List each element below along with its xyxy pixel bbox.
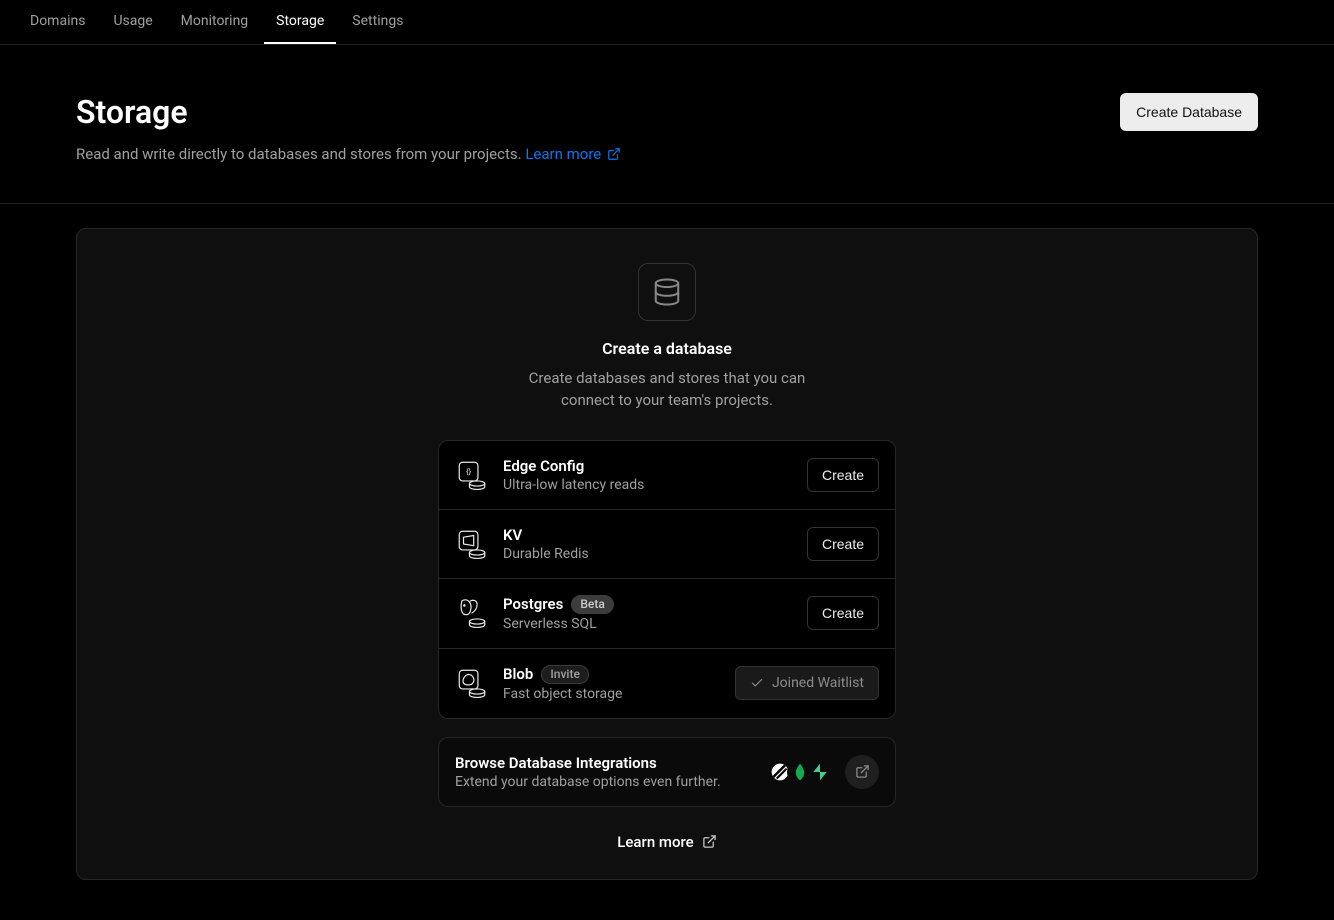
integrations-desc: Extend your database options even furthe… bbox=[455, 774, 755, 790]
open-integrations-button[interactable] bbox=[845, 755, 879, 789]
database-option-list: {} Edge Config Ultra-low latency reads C… bbox=[438, 440, 896, 719]
tab-domains[interactable]: Domains bbox=[18, 0, 97, 44]
edge-config-icon: {} bbox=[455, 458, 489, 492]
option-desc: Fast object storage bbox=[503, 686, 721, 702]
external-link-icon bbox=[855, 764, 870, 779]
option-kv: KV Durable Redis Create bbox=[439, 510, 895, 579]
integration-logos bbox=[767, 759, 833, 785]
tab-storage[interactable]: Storage bbox=[264, 0, 336, 44]
tab-usage[interactable]: Usage bbox=[101, 0, 164, 44]
tab-monitoring[interactable]: Monitoring bbox=[169, 0, 261, 44]
create-database-panel: Create a database Create databases and s… bbox=[76, 228, 1258, 880]
option-edge-config: {} Edge Config Ultra-low latency reads C… bbox=[439, 441, 895, 510]
integrations-card: Browse Database Integrations Extend your… bbox=[438, 737, 896, 807]
create-postgres-button[interactable]: Create bbox=[807, 596, 879, 630]
option-title: Blob bbox=[503, 665, 533, 683]
beta-badge: Beta bbox=[571, 595, 613, 614]
page-description: Read and write directly to databases and… bbox=[76, 145, 621, 163]
option-desc: Serverless SQL bbox=[503, 616, 793, 632]
external-link-icon bbox=[607, 147, 621, 161]
joined-waitlist-button: Joined Waitlist bbox=[735, 666, 879, 700]
postgres-icon bbox=[455, 596, 489, 630]
svg-text:{}: {} bbox=[466, 467, 472, 476]
option-title: Postgres bbox=[503, 595, 563, 613]
supabase-icon bbox=[807, 759, 833, 785]
external-link-icon bbox=[702, 834, 717, 849]
learn-more-link[interactable]: Learn more bbox=[525, 145, 621, 163]
panel-subheading: Create databases and stores that you can… bbox=[507, 368, 827, 412]
check-icon bbox=[750, 676, 764, 690]
option-desc: Ultra-low latency reads bbox=[503, 477, 793, 493]
learn-more-footer-link[interactable]: Learn more bbox=[617, 833, 716, 851]
option-desc: Durable Redis bbox=[503, 546, 793, 562]
blob-icon bbox=[455, 666, 489, 700]
option-title: KV bbox=[503, 526, 522, 544]
option-title: Edge Config bbox=[503, 457, 584, 475]
kv-icon bbox=[455, 527, 489, 561]
create-edge-config-button[interactable]: Create bbox=[807, 458, 879, 492]
top-nav: Domains Usage Monitoring Storage Setting… bbox=[0, 0, 1334, 45]
invite-badge: Invite bbox=[541, 665, 589, 684]
panel-heading: Create a database bbox=[602, 339, 732, 358]
option-blob: Blob Invite Fast object storage Joined W… bbox=[439, 649, 895, 718]
create-database-button[interactable]: Create Database bbox=[1120, 93, 1258, 131]
create-kv-button[interactable]: Create bbox=[807, 527, 879, 561]
database-icon bbox=[638, 263, 696, 321]
page-title: Storage bbox=[76, 93, 621, 131]
option-postgres: Postgres Beta Serverless SQL Create bbox=[439, 579, 895, 649]
tab-settings[interactable]: Settings bbox=[340, 0, 415, 44]
page-header: Storage Read and write directly to datab… bbox=[0, 45, 1334, 204]
integrations-title: Browse Database Integrations bbox=[455, 754, 755, 772]
